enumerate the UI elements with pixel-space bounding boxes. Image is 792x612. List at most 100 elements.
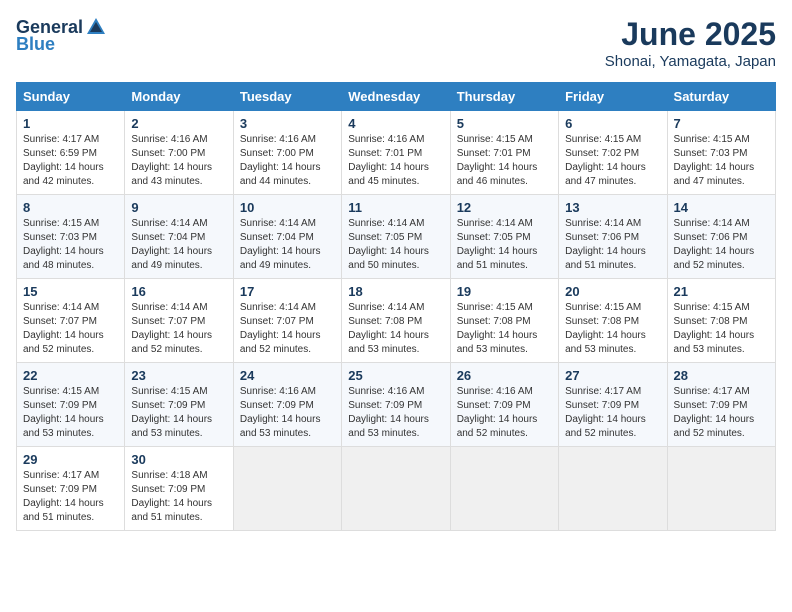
header-monday: Monday [125,83,233,111]
header-sunday: Sunday [17,83,125,111]
table-row: 11 Sunrise: 4:14 AM Sunset: 7:05 PM Dayl… [342,195,450,279]
day-info: Sunrise: 4:14 AM Sunset: 7:05 PM Dayligh… [457,217,552,273]
table-row: 15 Sunrise: 4:14 AM Sunset: 7:07 PM Dayl… [17,279,125,363]
header-wednesday: Wednesday [342,83,450,111]
table-row: 21 Sunrise: 4:15 AM Sunset: 7:08 PM Dayl… [667,279,775,363]
day-number: 4 [348,116,443,131]
table-row: 29 Sunrise: 4:17 AM Sunset: 7:09 PM Dayl… [17,447,125,531]
day-number: 20 [565,284,660,299]
table-row: 8 Sunrise: 4:15 AM Sunset: 7:03 PM Dayli… [17,195,125,279]
table-row: 28 Sunrise: 4:17 AM Sunset: 7:09 PM Dayl… [667,363,775,447]
table-row: 24 Sunrise: 4:16 AM Sunset: 7:09 PM Dayl… [233,363,341,447]
table-row: 25 Sunrise: 4:16 AM Sunset: 7:09 PM Dayl… [342,363,450,447]
table-row: 4 Sunrise: 4:16 AM Sunset: 7:01 PM Dayli… [342,111,450,195]
day-number: 14 [674,200,769,215]
day-info: Sunrise: 4:14 AM Sunset: 7:06 PM Dayligh… [565,217,660,273]
header-thursday: Thursday [450,83,558,111]
day-info: Sunrise: 4:16 AM Sunset: 7:09 PM Dayligh… [457,385,552,441]
day-number: 22 [23,368,118,383]
day-number: 15 [23,284,118,299]
day-info: Sunrise: 4:15 AM Sunset: 7:09 PM Dayligh… [23,385,118,441]
day-info: Sunrise: 4:14 AM Sunset: 7:08 PM Dayligh… [348,301,443,357]
day-info: Sunrise: 4:15 AM Sunset: 7:08 PM Dayligh… [565,301,660,357]
day-number: 25 [348,368,443,383]
day-number: 26 [457,368,552,383]
calendar-week-row: 8 Sunrise: 4:15 AM Sunset: 7:03 PM Dayli… [17,195,776,279]
calendar-header-row: Sunday Monday Tuesday Wednesday Thursday… [17,83,776,111]
day-info: Sunrise: 4:16 AM Sunset: 7:09 PM Dayligh… [240,385,335,441]
day-number: 6 [565,116,660,131]
day-number: 16 [131,284,226,299]
calendar-week-row: 1 Sunrise: 4:17 AM Sunset: 6:59 PM Dayli… [17,111,776,195]
table-row: 12 Sunrise: 4:14 AM Sunset: 7:05 PM Dayl… [450,195,558,279]
table-row: 14 Sunrise: 4:14 AM Sunset: 7:06 PM Dayl… [667,195,775,279]
day-info: Sunrise: 4:15 AM Sunset: 7:01 PM Dayligh… [457,133,552,189]
table-row: 18 Sunrise: 4:14 AM Sunset: 7:08 PM Dayl… [342,279,450,363]
day-number: 7 [674,116,769,131]
table-row [233,447,341,531]
table-row: 26 Sunrise: 4:16 AM Sunset: 7:09 PM Dayl… [450,363,558,447]
day-info: Sunrise: 4:17 AM Sunset: 7:09 PM Dayligh… [565,385,660,441]
day-info: Sunrise: 4:17 AM Sunset: 7:09 PM Dayligh… [23,469,118,525]
table-row: 10 Sunrise: 4:14 AM Sunset: 7:04 PM Dayl… [233,195,341,279]
table-row: 5 Sunrise: 4:15 AM Sunset: 7:01 PM Dayli… [450,111,558,195]
day-info: Sunrise: 4:14 AM Sunset: 7:07 PM Dayligh… [23,301,118,357]
day-number: 18 [348,284,443,299]
day-number: 2 [131,116,226,131]
table-row: 23 Sunrise: 4:15 AM Sunset: 7:09 PM Dayl… [125,363,233,447]
day-number: 11 [348,200,443,215]
day-number: 28 [674,368,769,383]
table-row: 30 Sunrise: 4:18 AM Sunset: 7:09 PM Dayl… [125,447,233,531]
day-number: 29 [23,452,118,467]
day-number: 3 [240,116,335,131]
day-info: Sunrise: 4:16 AM Sunset: 7:09 PM Dayligh… [348,385,443,441]
table-row: 7 Sunrise: 4:15 AM Sunset: 7:03 PM Dayli… [667,111,775,195]
day-info: Sunrise: 4:16 AM Sunset: 7:00 PM Dayligh… [131,133,226,189]
day-info: Sunrise: 4:16 AM Sunset: 7:00 PM Dayligh… [240,133,335,189]
header-tuesday: Tuesday [233,83,341,111]
table-row [559,447,667,531]
title-block: June 2025 Shonai, Yamagata, Japan [605,16,776,70]
day-info: Sunrise: 4:14 AM Sunset: 7:07 PM Dayligh… [240,301,335,357]
day-info: Sunrise: 4:15 AM Sunset: 7:09 PM Dayligh… [131,385,226,441]
table-row: 17 Sunrise: 4:14 AM Sunset: 7:07 PM Dayl… [233,279,341,363]
table-row: 9 Sunrise: 4:14 AM Sunset: 7:04 PM Dayli… [125,195,233,279]
day-number: 10 [240,200,335,215]
table-row: 6 Sunrise: 4:15 AM Sunset: 7:02 PM Dayli… [559,111,667,195]
day-number: 17 [240,284,335,299]
table-row: 22 Sunrise: 4:15 AM Sunset: 7:09 PM Dayl… [17,363,125,447]
header-friday: Friday [559,83,667,111]
day-info: Sunrise: 4:14 AM Sunset: 7:06 PM Dayligh… [674,217,769,273]
day-number: 5 [457,116,552,131]
calendar-title: June 2025 [605,16,776,53]
day-info: Sunrise: 4:14 AM Sunset: 7:07 PM Dayligh… [131,301,226,357]
calendar-subtitle: Shonai, Yamagata, Japan [605,53,776,70]
table-row [450,447,558,531]
table-row: 1 Sunrise: 4:17 AM Sunset: 6:59 PM Dayli… [17,111,125,195]
day-number: 1 [23,116,118,131]
logo-blue-text: Blue [16,34,55,55]
day-number: 27 [565,368,660,383]
table-row: 20 Sunrise: 4:15 AM Sunset: 7:08 PM Dayl… [559,279,667,363]
logo-icon [85,16,107,38]
calendar-table: Sunday Monday Tuesday Wednesday Thursday… [16,82,776,531]
day-info: Sunrise: 4:14 AM Sunset: 7:04 PM Dayligh… [131,217,226,273]
day-info: Sunrise: 4:18 AM Sunset: 7:09 PM Dayligh… [131,469,226,525]
table-row: 2 Sunrise: 4:16 AM Sunset: 7:00 PM Dayli… [125,111,233,195]
day-number: 13 [565,200,660,215]
table-row: 27 Sunrise: 4:17 AM Sunset: 7:09 PM Dayl… [559,363,667,447]
day-info: Sunrise: 4:15 AM Sunset: 7:03 PM Dayligh… [674,133,769,189]
day-number: 21 [674,284,769,299]
logo: General Blue [16,16,107,55]
page-header: General Blue June 2025 Shonai, Yamagata,… [16,16,776,70]
day-info: Sunrise: 4:15 AM Sunset: 7:03 PM Dayligh… [23,217,118,273]
day-info: Sunrise: 4:15 AM Sunset: 7:08 PM Dayligh… [457,301,552,357]
day-number: 23 [131,368,226,383]
day-info: Sunrise: 4:16 AM Sunset: 7:01 PM Dayligh… [348,133,443,189]
day-info: Sunrise: 4:17 AM Sunset: 7:09 PM Dayligh… [674,385,769,441]
day-info: Sunrise: 4:14 AM Sunset: 7:04 PM Dayligh… [240,217,335,273]
day-info: Sunrise: 4:15 AM Sunset: 7:02 PM Dayligh… [565,133,660,189]
table-row: 19 Sunrise: 4:15 AM Sunset: 7:08 PM Dayl… [450,279,558,363]
day-number: 8 [23,200,118,215]
day-number: 19 [457,284,552,299]
